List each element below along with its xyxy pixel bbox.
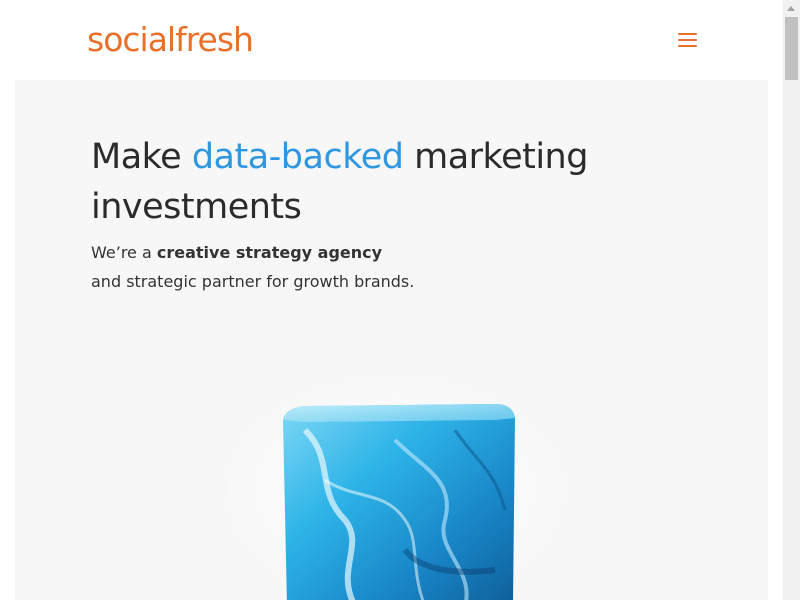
- menu-bar-middle: [678, 39, 697, 41]
- blue-ice-cube-image: [215, 370, 575, 600]
- scroll-up-arrow-icon[interactable]: [783, 0, 800, 17]
- site-header: socialfresh: [0, 0, 783, 80]
- menu-bar-top: [678, 33, 697, 35]
- scrollbar-thumb[interactable]: [785, 17, 798, 80]
- vertical-scrollbar[interactable]: [783, 0, 800, 600]
- subtitle-bold: creative strategy agency: [156, 243, 383, 262]
- headline-part1: Make: [91, 137, 192, 177]
- subtitle-part1: We’re a: [91, 243, 157, 262]
- hero-section: Make data-backed marketing investments W…: [15, 80, 768, 600]
- headline-accent: data-backed: [191, 137, 404, 177]
- subtitle-part2: and strategic partner for growth brands.: [91, 272, 415, 291]
- menu-bar-bottom: [678, 45, 697, 47]
- hero-headline: Make data-backed marketing investments: [91, 132, 691, 232]
- page: socialfresh Make data-backed marketing i…: [0, 0, 800, 600]
- hamburger-menu-icon[interactable]: [676, 30, 700, 50]
- socialfresh-logo[interactable]: socialfresh: [87, 20, 254, 60]
- hero-subtitle: We’re a creative strategy agency and stra…: [91, 238, 651, 296]
